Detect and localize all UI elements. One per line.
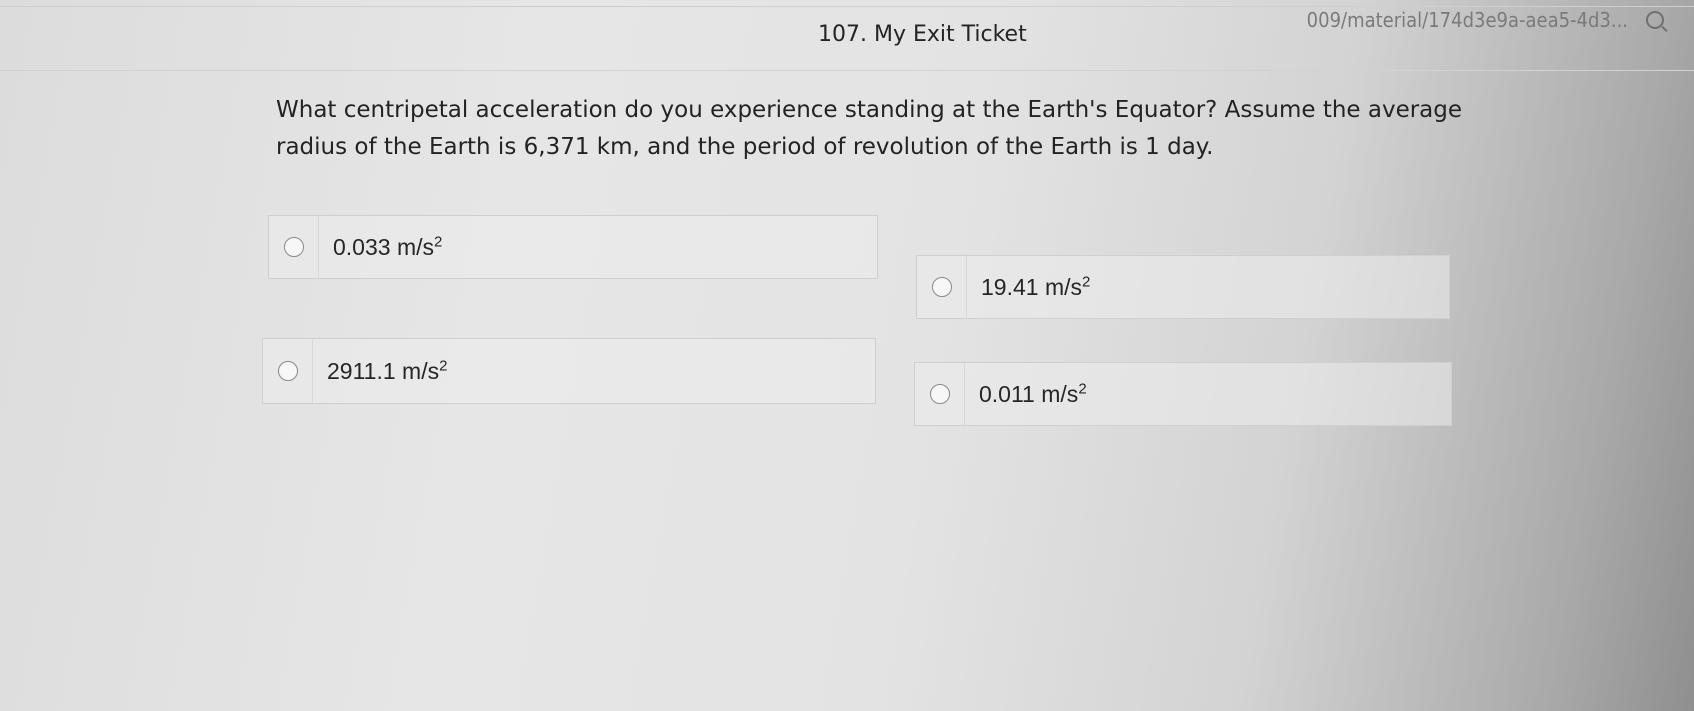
answer-exponent: 2 <box>1082 272 1091 290</box>
answer-unit: m/s <box>396 233 435 260</box>
answer-label: 19.41 m/s2 <box>967 274 1090 301</box>
radio-button-icon[interactable] <box>931 277 952 297</box>
answer-label: 0.033 m/s2 <box>319 234 442 261</box>
radio-button-icon[interactable] <box>929 384 950 404</box>
radio-button-icon[interactable] <box>277 361 298 381</box>
address-bar[interactable]: 009/material/174d3e9a-aea5-4d3... <box>1134 2 1694 38</box>
answer-option-2[interactable]: 19.41 m/s2 <box>916 255 1450 319</box>
answer-unit: m/s <box>1044 273 1083 300</box>
answer-exponent: 2 <box>434 232 443 250</box>
radio-cell <box>915 363 965 425</box>
radio-button-icon[interactable] <box>283 237 304 257</box>
radio-cell <box>263 339 313 403</box>
answer-value: 0.011 <box>979 380 1035 407</box>
answer-label: 2911.1 m/s2 <box>313 358 447 385</box>
page-title: 107. My Exit Ticket <box>818 22 1027 47</box>
answer-unit: m/s <box>1041 380 1079 407</box>
question-text: What centripetal acceleration do you exp… <box>276 97 1463 160</box>
url-text[interactable]: 009/material/174d3e9a-aea5-4d3... <box>1307 8 1628 32</box>
answer-exponent: 2 <box>1078 379 1087 397</box>
answer-option-3[interactable]: 2911.1 m/s2 <box>262 338 876 404</box>
radio-cell <box>917 256 967 318</box>
radio-cell <box>269 216 319 278</box>
answer-value: 19.41 <box>981 273 1039 300</box>
answer-label: 0.011 m/s2 <box>965 381 1087 408</box>
title-divider <box>0 70 1694 71</box>
answer-option-4[interactable]: 0.011 m/s2 <box>914 362 1452 426</box>
answer-value: 2911.1 <box>327 357 396 384</box>
answer-unit: m/s <box>402 357 440 384</box>
answer-option-1[interactable]: 0.033 m/s2 <box>268 215 878 279</box>
answer-value: 0.033 <box>333 233 391 260</box>
answer-exponent: 2 <box>439 356 448 374</box>
search-icon[interactable] <box>1646 11 1664 29</box>
